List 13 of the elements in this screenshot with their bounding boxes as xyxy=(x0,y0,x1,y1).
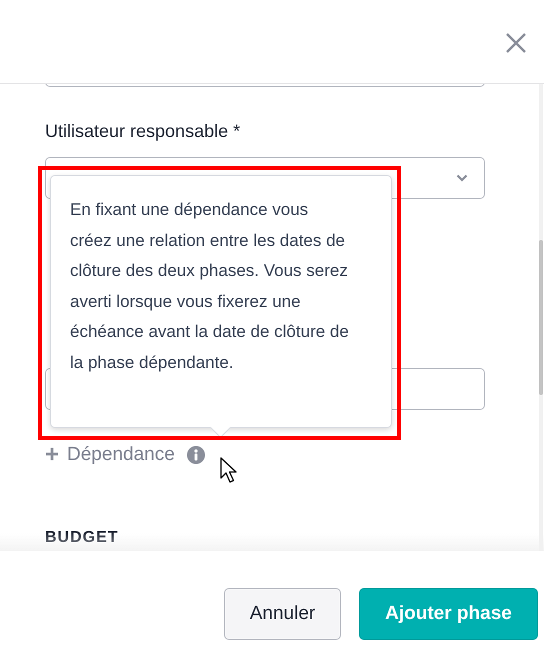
scrollbar[interactable] xyxy=(539,84,543,551)
plus-sign[interactable]: + xyxy=(45,443,60,467)
info-icon[interactable] xyxy=(186,446,205,464)
cancel-button[interactable]: Annuler xyxy=(224,588,341,640)
tooltip-text: En fixant une dépendance vous créez une relation entre les dates de clôture des deux phases. Vous serez averti lorsque vous fixerez une échéance avant la date de clôture de la phase dépendante. xyxy=(70,199,350,374)
add-phase-button[interactable]: Ajouter phase xyxy=(359,588,538,640)
dependency-link[interactable]: Dépendance xyxy=(67,444,175,466)
mouse-pointer-icon xyxy=(220,457,238,483)
field-label: Utilisateur responsable * xyxy=(45,120,242,142)
scrollbar-thumb[interactable] xyxy=(539,240,543,395)
section-heading: BUDGET xyxy=(45,529,120,547)
chevron-down-icon xyxy=(456,174,468,182)
close-icon[interactable] xyxy=(505,32,527,54)
